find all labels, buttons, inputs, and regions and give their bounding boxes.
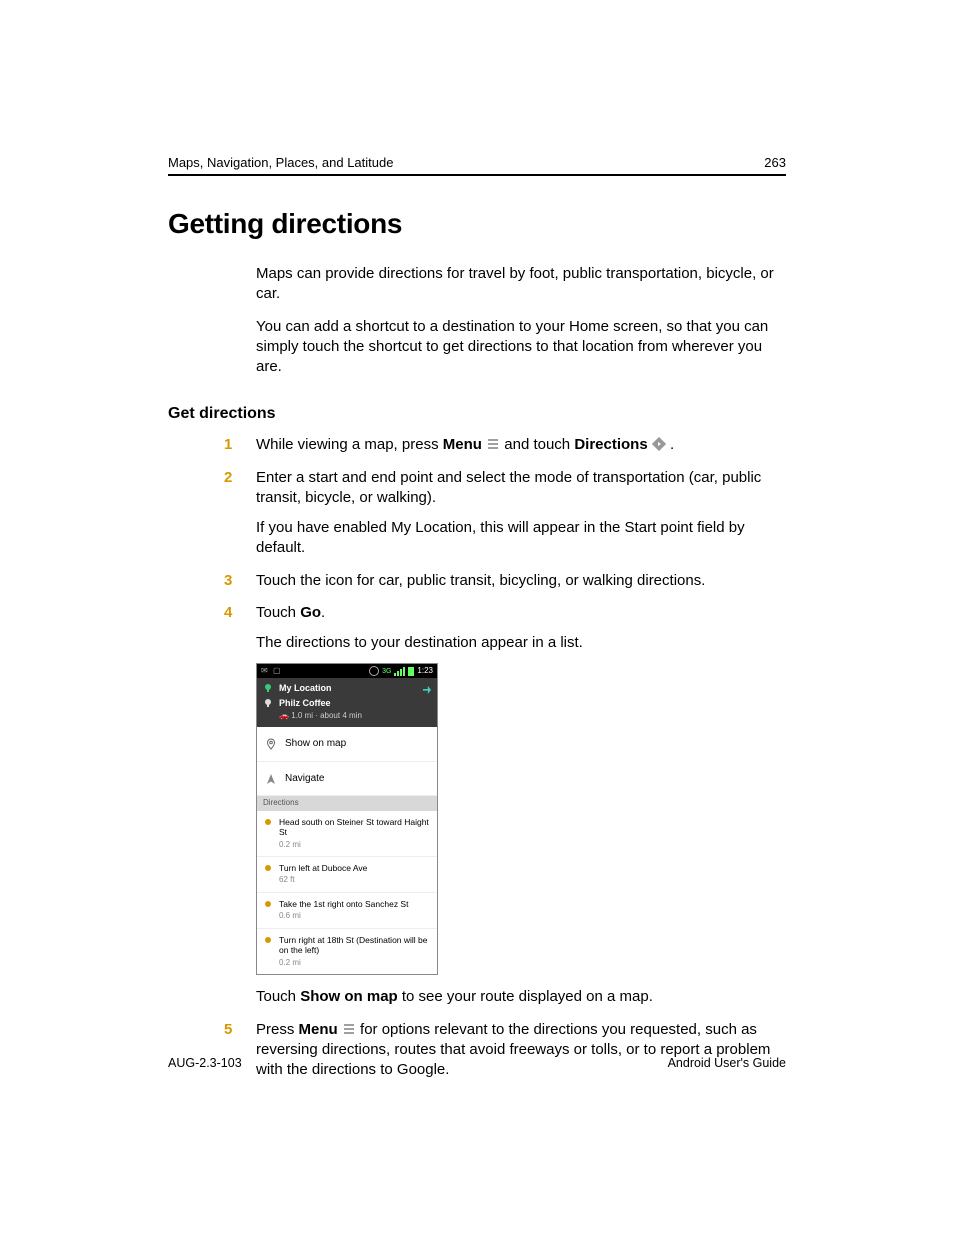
direction-distance: 0.6 mi [279, 911, 431, 922]
step-1-menu: Menu [443, 436, 482, 453]
from-pin-icon [263, 683, 273, 693]
signal-icon [394, 667, 405, 676]
show-on-map-option[interactable]: Show on map [257, 727, 437, 762]
step-3: 3 Touch the icon for car, public transit… [256, 571, 786, 591]
edit-icon[interactable] [423, 686, 431, 694]
page-footer: AUG-2.3-103 Android User's Guide [168, 1056, 786, 1070]
battery-icon [408, 667, 414, 676]
to-pin-icon [263, 698, 273, 708]
data-icon: 3G [382, 667, 391, 676]
footer-left: AUG-2.3-103 [168, 1056, 242, 1070]
step-dot-icon [265, 901, 271, 907]
car-icon: 🚗 [279, 711, 291, 720]
gps-icon [369, 666, 379, 676]
subheading: Get directions [168, 405, 786, 423]
map-pin-icon [265, 738, 277, 750]
show-on-map-label: Show on map [285, 737, 346, 751]
step-1-text-b: and touch [504, 436, 574, 453]
navigate-option[interactable]: Navigate [257, 762, 437, 797]
step-2-text-a: Enter a start and end point and select t… [256, 468, 786, 509]
direction-distance: 0.2 mi [279, 840, 431, 851]
to-label: Philz Coffee [279, 697, 331, 709]
page-title: Getting directions [168, 208, 786, 240]
step-number: 5 [224, 1020, 232, 1040]
step-4-after-a: Touch [256, 988, 300, 1005]
direction-text: Take the 1st right onto Sanchez St [279, 899, 431, 909]
location-header: My Location Philz Coffee � [257, 678, 437, 727]
step-5-menu: Menu [299, 1021, 338, 1038]
navigate-label: Navigate [285, 772, 324, 786]
step-number: 3 [224, 571, 232, 591]
step-4: 4 Touch Go. The directions to your desti… [256, 603, 786, 1008]
step-4-text-b: . [321, 604, 325, 621]
status-right: 3G 1:23 [369, 666, 433, 677]
step-4-text-c: The directions to your destination appea… [256, 633, 786, 653]
status-bar: ✉ ▢ 3G 1:23 [257, 664, 437, 678]
step-1-directions: Directions [574, 436, 647, 453]
from-label: My Location [279, 682, 332, 694]
direction-item[interactable]: Head south on Steiner St toward Haight S… [257, 811, 437, 857]
step-3-text: Touch the icon for car, public transit, … [256, 571, 786, 591]
header-section: Maps, Navigation, Places, and Latitude [168, 155, 393, 170]
step-4-go: Go [300, 604, 321, 621]
menu-icon [342, 1022, 356, 1036]
page-content: Getting directions Maps can provide dire… [168, 198, 786, 1105]
direction-text: Head south on Steiner St toward Haight S… [279, 817, 431, 837]
menu-icon [486, 437, 500, 451]
phone-screenshot: ✉ ▢ 3G 1:23 [256, 663, 438, 975]
step-2: 2 Enter a start and end point and select… [256, 468, 786, 559]
direction-text: Turn left at Duboce Ave [279, 863, 431, 873]
step-4-text-a: Touch [256, 604, 300, 621]
status-clock: 1:23 [417, 666, 433, 677]
step-list: 1 While viewing a map, press Menu and to… [256, 435, 786, 1080]
step-1-text-c: . [670, 436, 674, 453]
direction-item[interactable]: Turn right at 18th St (Destination will … [257, 929, 437, 974]
intro-block: Maps can provide directions for travel b… [256, 264, 786, 377]
direction-distance: 62 ft [279, 875, 431, 886]
navigate-icon [265, 773, 277, 785]
app-icon: ▢ [273, 666, 281, 677]
direction-text: Turn right at 18th St (Destination will … [279, 935, 431, 955]
step-1-text-a: While viewing a map, press [256, 436, 443, 453]
page-header: Maps, Navigation, Places, and Latitude 2… [168, 155, 786, 176]
step-number: 4 [224, 603, 232, 623]
step-2-text-b: If you have enabled My Location, this wi… [256, 518, 786, 559]
step-4-show-on-map: Show on map [300, 988, 398, 1005]
step-number: 1 [224, 435, 232, 455]
directions-list-header: Directions [257, 796, 437, 811]
intro-para-1: Maps can provide directions for travel b… [256, 264, 786, 305]
footer-right: Android User's Guide [668, 1056, 786, 1070]
step-1: 1 While viewing a map, press Menu and to… [256, 435, 786, 455]
header-page-number: 263 [764, 155, 786, 170]
step-dot-icon [265, 937, 271, 943]
route-summary: 🚗 1.0 mi · about 4 min [279, 711, 362, 722]
step-5-text-a: Press [256, 1021, 299, 1038]
direction-distance: 0.2 mi [279, 958, 431, 969]
step-5: 5 Press Menu for options relevant to the… [256, 1020, 786, 1081]
intro-para-2: You can add a shortcut to a destination … [256, 317, 786, 378]
status-left-icons: ✉ ▢ [261, 666, 284, 677]
step-number: 2 [224, 468, 232, 488]
mail-icon: ✉ [261, 666, 268, 677]
directions-icon [652, 437, 666, 451]
step-4-after-c: to see your route displayed on a map. [398, 988, 653, 1005]
step-dot-icon [265, 865, 271, 871]
direction-item[interactable]: Take the 1st right onto Sanchez St 0.6 m… [257, 893, 437, 929]
direction-item[interactable]: Turn left at Duboce Ave 62 ft [257, 857, 437, 893]
step-dot-icon [265, 819, 271, 825]
